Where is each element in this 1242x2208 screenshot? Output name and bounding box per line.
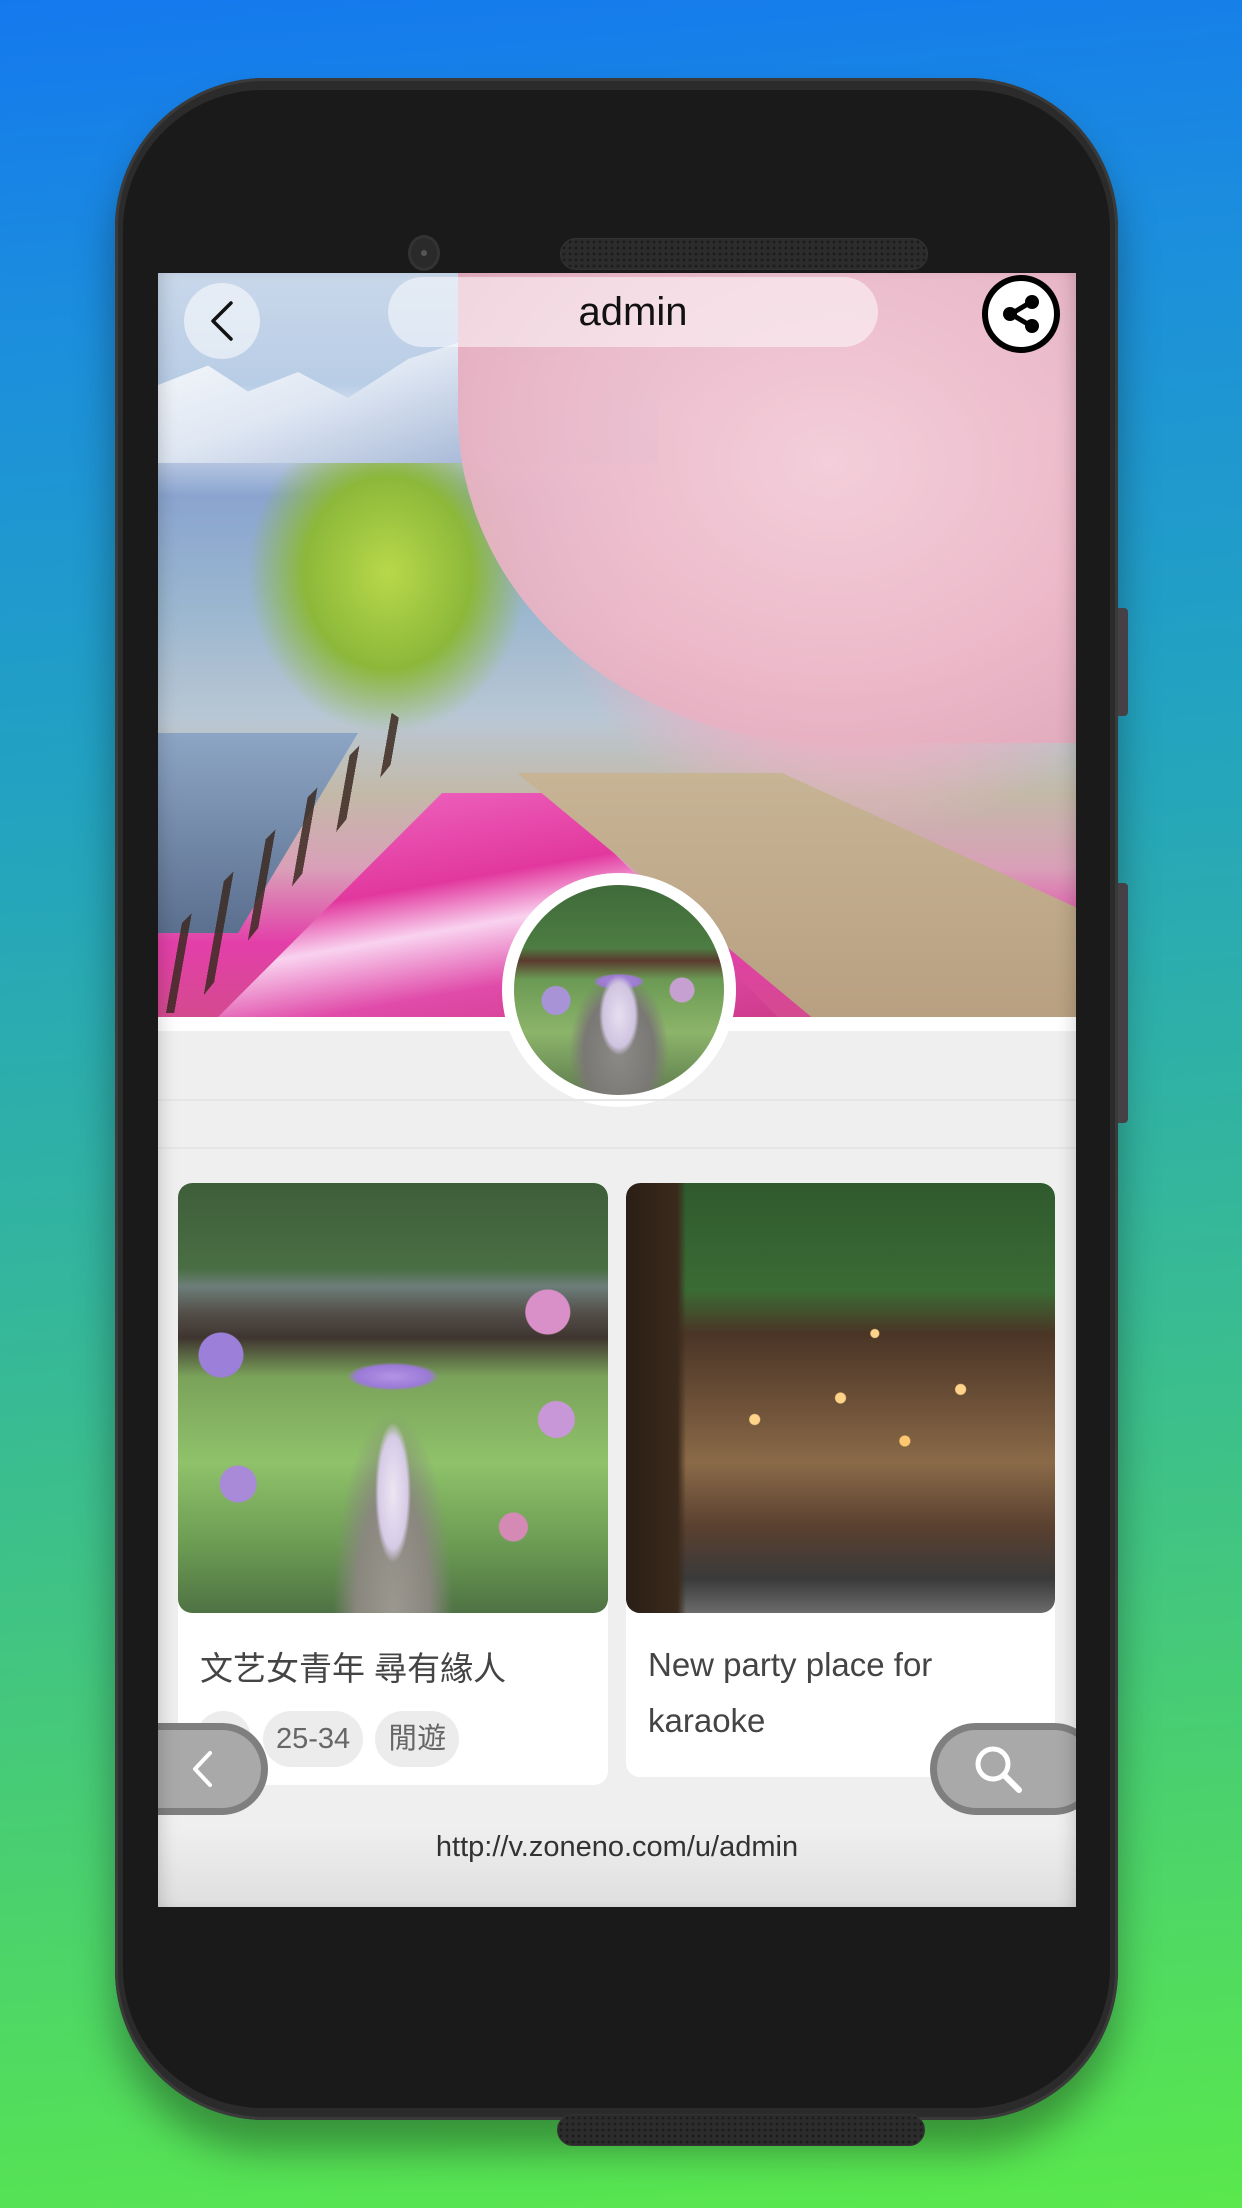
earpiece-speaker	[560, 238, 928, 270]
section-divider	[158, 1147, 1076, 1149]
post-title: 文艺女青年 尋有緣人	[200, 1650, 507, 1687]
avatar-image	[514, 885, 724, 1095]
volume-button	[1118, 608, 1128, 716]
app-screen: admin 文艺女青年 尋有緣人 女 25-34 閒遊 New party pl…	[158, 273, 1076, 1907]
tag-interest: 閒遊	[375, 1711, 460, 1767]
post-card[interactable]: New party place for karaoke	[626, 1183, 1055, 1777]
share-icon	[1003, 295, 1039, 333]
power-button	[1118, 883, 1128, 1123]
floating-search-button[interactable]	[930, 1723, 1076, 1815]
back-button[interactable]	[184, 283, 260, 359]
page-title: admin	[388, 277, 878, 347]
post-card[interactable]: 文艺女青年 尋有緣人 女 25-34 閒遊	[178, 1183, 608, 1785]
section-divider	[158, 1099, 1076, 1101]
search-icon	[975, 1746, 1022, 1793]
chevron-left-icon	[211, 301, 233, 341]
tag-age-range: 25-34	[263, 1711, 364, 1767]
bottom-speaker	[557, 2114, 925, 2146]
post-thumbnail	[178, 1183, 608, 1613]
front-camera	[408, 235, 440, 271]
avatar[interactable]	[502, 873, 736, 1107]
chevron-left-icon	[193, 1751, 212, 1787]
post-thumbnail	[626, 1183, 1055, 1613]
floating-back-button[interactable]	[158, 1723, 268, 1815]
screen-shade	[158, 1827, 1076, 1907]
page-title-text: admin	[578, 289, 688, 334]
share-button[interactable]	[982, 275, 1060, 353]
